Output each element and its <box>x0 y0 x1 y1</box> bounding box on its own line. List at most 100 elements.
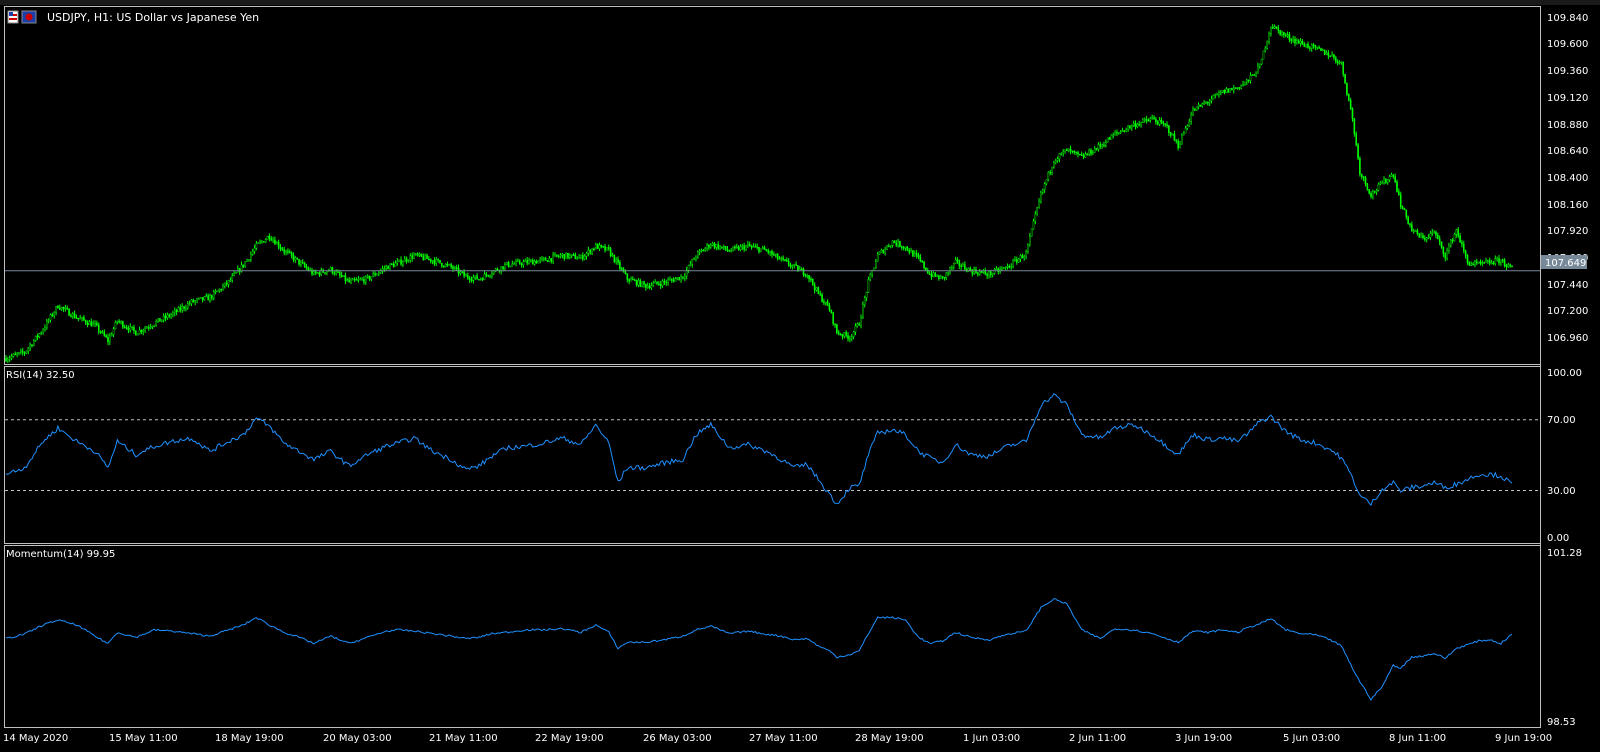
candle-body <box>281 248 284 251</box>
candle-body <box>287 250 289 253</box>
candle-body <box>27 347 30 352</box>
candle-body <box>1407 216 1409 224</box>
candle-body <box>598 244 601 249</box>
candle-body <box>1199 104 1202 107</box>
candle-body <box>1461 242 1463 245</box>
candle-body <box>1142 119 1144 123</box>
candle-body <box>448 264 451 266</box>
candle-body <box>1464 250 1467 256</box>
candle-body <box>767 250 770 253</box>
candle-body <box>858 323 860 326</box>
candle-body <box>743 245 745 250</box>
candle-body <box>687 265 690 271</box>
candle-body <box>656 281 658 284</box>
candle-body <box>800 268 803 271</box>
candle-body <box>548 258 551 262</box>
candle-body <box>77 317 80 320</box>
candle-body <box>96 323 98 326</box>
candle-body <box>1462 243 1465 252</box>
candle-body <box>259 241 261 244</box>
candle-body <box>38 333 41 338</box>
candle-body <box>596 243 599 249</box>
candle-body <box>389 263 391 270</box>
chart-window[interactable]: USDJPY, H1: US Dollar vs Japanese Yen RS… <box>0 0 1600 748</box>
candle-body <box>1403 208 1406 210</box>
candle-body <box>943 277 946 279</box>
candle-body <box>897 241 899 246</box>
candle-body <box>140 329 143 333</box>
candle-body <box>541 258 543 260</box>
candle-body <box>377 272 380 275</box>
candle-body <box>1424 237 1426 240</box>
candle-body <box>1466 255 1469 263</box>
candle-body <box>214 291 217 293</box>
candle-body <box>1286 34 1289 36</box>
candle-body <box>530 259 532 262</box>
candle-body <box>913 253 916 257</box>
candle-body <box>1277 27 1280 31</box>
candle-body <box>624 271 627 274</box>
candle-body <box>520 263 523 266</box>
candle-body <box>747 244 749 247</box>
candle-body <box>164 315 167 319</box>
candle-body <box>882 249 885 254</box>
candle-body <box>852 331 855 337</box>
candle-body <box>923 261 925 268</box>
candle-body <box>1303 43 1306 47</box>
candle-body <box>1498 258 1500 264</box>
candle-body <box>433 260 436 264</box>
candle-body <box>633 279 636 282</box>
candle-body <box>1084 153 1087 158</box>
candle-body <box>717 244 719 249</box>
candle-body <box>1236 87 1239 89</box>
candle-body <box>1030 228 1033 237</box>
candle-body <box>301 261 304 264</box>
candle-body <box>1401 206 1404 209</box>
candle-body <box>1472 263 1474 266</box>
candle-body <box>518 260 521 265</box>
candle-body <box>665 281 668 284</box>
candle-body <box>895 242 898 246</box>
candle-body <box>33 340 35 346</box>
candle-body <box>1370 193 1372 197</box>
candle-body <box>626 273 629 280</box>
candle-body <box>1283 32 1285 36</box>
candle-body <box>1405 209 1408 218</box>
time-tick: 27 May 11:00 <box>749 733 818 744</box>
candle-body <box>264 239 267 243</box>
candle-body <box>986 273 988 276</box>
candle-body <box>632 278 634 281</box>
price-tick: 109.840 <box>1547 13 1588 24</box>
candle-body <box>251 251 254 255</box>
candle-body <box>585 253 588 257</box>
candle-body <box>1008 266 1011 268</box>
candle-body <box>552 254 554 262</box>
candle-body <box>745 245 747 250</box>
candle-body <box>46 320 48 328</box>
candle-body <box>594 243 597 250</box>
candle-body <box>977 272 979 275</box>
candle-body <box>1244 81 1246 85</box>
candle-body <box>159 318 161 322</box>
candle-body <box>344 275 347 282</box>
chart-canvas[interactable]: USDJPY, H1: US Dollar vs Japanese Yen RS… <box>0 0 1600 748</box>
candle-body <box>55 306 57 313</box>
candle-body <box>1372 191 1374 197</box>
candle-body <box>23 352 26 354</box>
time-tick: 18 May 19:00 <box>215 733 284 744</box>
candle-body <box>385 266 388 269</box>
candle-body <box>823 301 825 304</box>
candle-body <box>845 332 847 336</box>
candle-body <box>470 279 473 282</box>
candle-body <box>863 297 866 305</box>
candle-body <box>1284 34 1287 37</box>
candle-body <box>1123 130 1126 132</box>
candle-body <box>168 314 171 317</box>
time-tick: 15 May 11:00 <box>109 733 178 744</box>
candle-body <box>97 324 100 332</box>
candle-body <box>231 275 234 281</box>
candle-body <box>583 256 586 260</box>
candle-body <box>1041 189 1044 193</box>
candle-body <box>489 275 491 277</box>
price-tick: 108.400 <box>1547 173 1588 184</box>
